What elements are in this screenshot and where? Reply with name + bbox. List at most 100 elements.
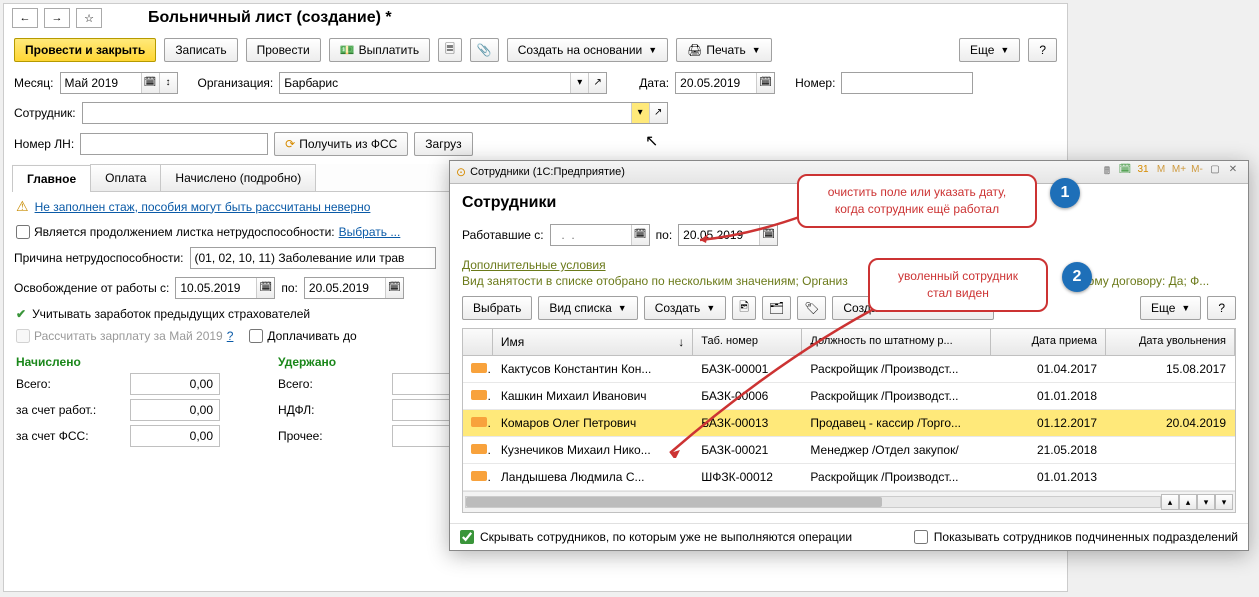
worked-from-input[interactable]: 🗓: [550, 224, 650, 246]
save-button[interactable]: Записать: [164, 38, 237, 62]
recalc-help[interactable]: ?: [227, 329, 234, 343]
tab-accrued[interactable]: Начислено (подробно): [160, 164, 316, 191]
popup-footer: Скрывать сотрудников, по которым уже не …: [450, 523, 1248, 550]
scroll-up-button[interactable]: ▴: [1179, 494, 1197, 510]
number-input[interactable]: [841, 72, 973, 94]
col-name[interactable]: Имя ↓: [493, 329, 693, 355]
month-input[interactable]: 🗓 ↕: [60, 72, 178, 94]
cell-position: Раскройщик /Производст...: [802, 356, 990, 382]
view-button[interactable]: Вид списка▼: [538, 296, 637, 320]
tab-pay[interactable]: Оплата: [90, 164, 161, 191]
calendar-icon[interactable]: 🗓: [759, 225, 777, 245]
calendar-icon[interactable]: 🗓: [141, 73, 159, 93]
hide-fired-label: Скрывать сотрудников, по которым уже не …: [480, 530, 852, 544]
employee-input[interactable]: ▾ ↗: [82, 102, 668, 124]
favorite-button[interactable]: ☆: [76, 8, 102, 28]
warning-link[interactable]: Не заполнен стаж, пособия могут быть рас…: [35, 200, 371, 214]
cause-input[interactable]: [190, 247, 436, 269]
calendar-icon[interactable]: 🗓: [631, 225, 649, 245]
calendar-icon[interactable]: 🗓: [756, 73, 774, 93]
table-row[interactable]: Кузнечиков Михаил Нико... БАЗК-00021 Мен…: [463, 437, 1235, 464]
employee-icon: [471, 390, 487, 400]
get-fss-button[interactable]: ⟳Получить из ФСС: [274, 132, 408, 156]
post-close-button[interactable]: Провести и закрыть: [14, 38, 156, 62]
payout-button[interactable]: 💵Выплатить: [329, 38, 430, 62]
scroll-track[interactable]: [465, 496, 1161, 508]
callout-badge-1: 1: [1050, 178, 1080, 208]
load-button[interactable]: Загруз: [414, 132, 472, 156]
org-input[interactable]: ▾ ↗: [279, 72, 607, 94]
payout-icon: 💵: [340, 43, 355, 57]
tag-button[interactable]: 🏷: [797, 296, 826, 320]
post-button[interactable]: Провести: [246, 38, 321, 62]
calendar-icon[interactable]: 🗓: [256, 278, 274, 298]
pick-button[interactable]: Выбрать: [462, 296, 532, 320]
open-icon[interactable]: ↗: [649, 103, 667, 123]
more-button[interactable]: Еще▼: [959, 38, 1020, 62]
create-button[interactable]: Создать▼: [644, 296, 727, 320]
employer-value: 0,00: [130, 399, 220, 421]
cell-position: Менеджер /Отдел закупок/: [802, 437, 990, 463]
col-fire[interactable]: Дата увольнения: [1106, 329, 1235, 355]
mem-minus-button[interactable]: M-: [1188, 164, 1206, 180]
ln-input[interactable]: [80, 133, 268, 155]
printer-icon: 🖨: [687, 43, 702, 57]
print-button[interactable]: 🖨Печать▼: [676, 38, 771, 62]
scroll-bottom-button[interactable]: ▾: [1215, 494, 1233, 510]
forward-button[interactable]: →: [44, 8, 70, 28]
cell-tabno: БАЗК-00013: [693, 410, 802, 436]
calc-icon[interactable]: 🖩: [1098, 164, 1116, 180]
table-row[interactable]: Кашкин Михаил Иванович БАЗК-00006 Раскро…: [463, 383, 1235, 410]
dropdown-icon[interactable]: ▾: [631, 103, 649, 123]
total-accrued: 0,00: [130, 373, 220, 395]
month-label: Месяц:: [14, 76, 54, 90]
stepper-icon[interactable]: ↕: [159, 73, 177, 93]
calendar-icon[interactable]: 🗓: [385, 278, 403, 298]
extra-pay-checkbox[interactable]: [249, 329, 263, 343]
scroll-down-button[interactable]: ▾: [1197, 494, 1215, 510]
cell-position: Раскройщик /Производст...: [802, 383, 990, 409]
scroll-thumb[interactable]: [466, 497, 882, 507]
col-position[interactable]: Должность по штатному р...: [802, 329, 990, 355]
show-sub-checkbox[interactable]: [914, 530, 928, 544]
print-form-button[interactable]: 🗏: [438, 38, 462, 62]
help-button[interactable]: ?: [1028, 38, 1057, 62]
copy-button[interactable]: 🖻: [732, 296, 756, 320]
main-toolbar: Провести и закрыть Записать Провести 💵Вы…: [4, 32, 1067, 68]
col-tabno[interactable]: Таб. номер: [693, 329, 802, 355]
continuation-link[interactable]: Выбрать ...: [339, 225, 401, 239]
dropdown-icon[interactable]: ▾: [570, 73, 588, 93]
mem-plus-button[interactable]: M+: [1170, 164, 1188, 180]
create-based-button[interactable]: Создать на основании▼: [507, 38, 668, 62]
extra-conditions-link[interactable]: Дополнительные условия: [462, 258, 1236, 272]
tab-main[interactable]: Главное: [12, 165, 91, 192]
cell-fire: [1106, 437, 1235, 463]
cell-tabno: БАЗК-00001: [693, 356, 802, 382]
col-hire[interactable]: Дата приема: [991, 329, 1106, 355]
worked-to-input[interactable]: 🗓: [678, 224, 778, 246]
table-row[interactable]: Ландышева Людмила С... ШФЗК-00012 Раскро…: [463, 464, 1235, 491]
back-button[interactable]: ←: [12, 8, 38, 28]
table-row[interactable]: Комаров Олег Петрович БАЗК-00013 Продаве…: [463, 410, 1235, 437]
hide-fired-checkbox[interactable]: [460, 530, 474, 544]
mem-button[interactable]: M: [1152, 164, 1170, 180]
scroll-top-button[interactable]: ▴: [1161, 494, 1179, 510]
free-to-input[interactable]: 🗓: [304, 277, 404, 299]
cell-name: Ландышева Людмила С...: [493, 464, 693, 490]
help2-button[interactable]: ?: [1207, 296, 1236, 320]
close-button[interactable]: ✕: [1224, 164, 1242, 180]
grid-scrollbar: ▴ ▴ ▾ ▾: [463, 491, 1235, 512]
cell-fire: 20.04.2019: [1106, 410, 1235, 436]
open-icon[interactable]: ↗: [588, 73, 606, 93]
attach-button[interactable]: 📎: [470, 38, 499, 62]
card-button[interactable]: 🗂: [762, 296, 791, 320]
calendar-icon[interactable]: 🗓: [1116, 164, 1134, 180]
table-row[interactable]: Кактусов Константин Кон... БАЗК-00001 Ра…: [463, 356, 1235, 383]
callout-1: очистить поле или указать дату,когда сот…: [797, 174, 1037, 228]
more2-button[interactable]: Еще▼: [1140, 296, 1201, 320]
minimize-button[interactable]: ▢: [1206, 164, 1224, 180]
free-from-input[interactable]: 🗓: [175, 277, 275, 299]
calendar2-icon[interactable]: 31: [1134, 164, 1152, 180]
date-input[interactable]: 🗓: [675, 72, 775, 94]
continuation-checkbox[interactable]: [16, 225, 30, 239]
